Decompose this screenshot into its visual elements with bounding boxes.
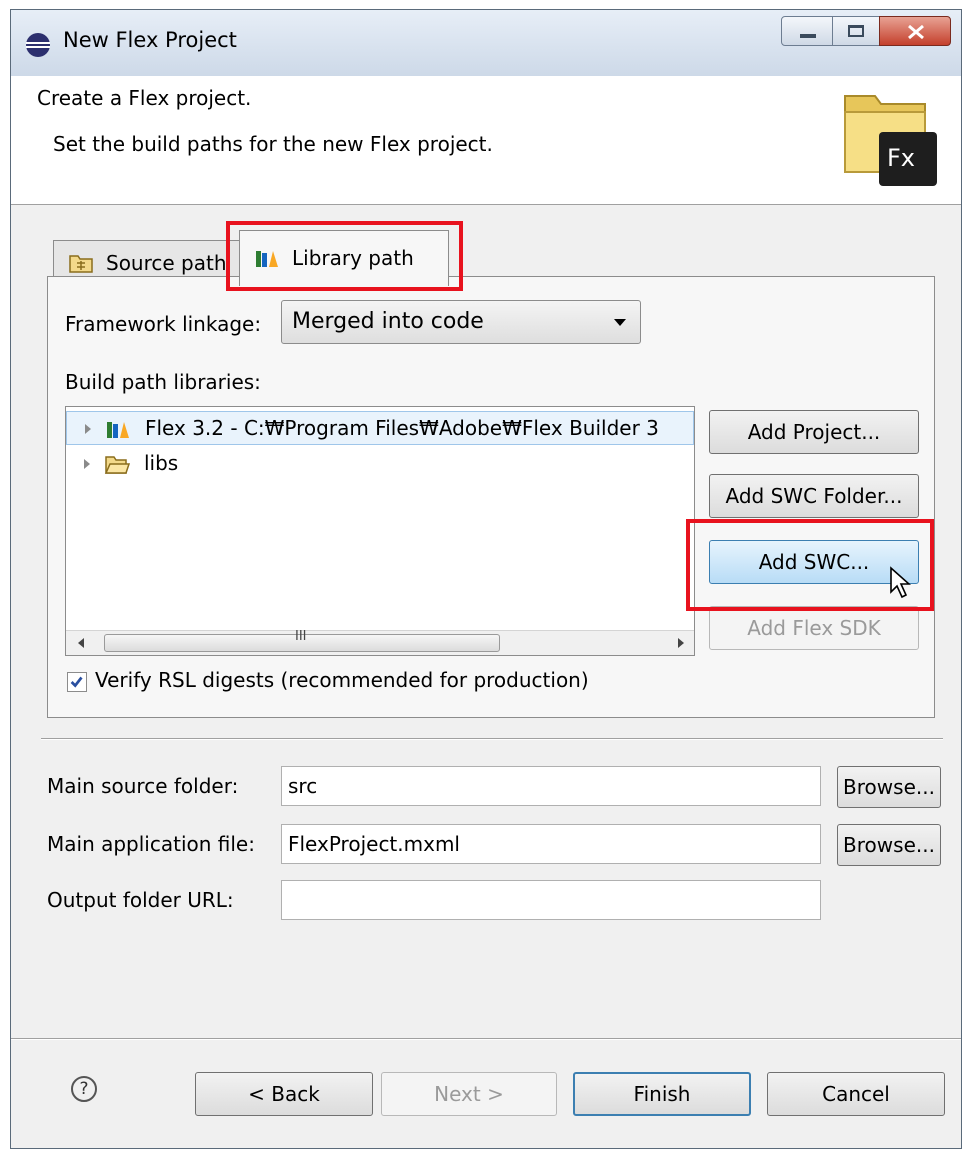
maximize-icon: [848, 25, 864, 37]
cancel-button[interactable]: Cancel: [767, 1072, 945, 1116]
title-bar[interactable]: New Flex Project: [11, 10, 961, 77]
tab-label: Source path: [106, 251, 227, 275]
scrollbar-thumb[interactable]: III: [104, 629, 500, 652]
header-description: Set the build paths for the new Flex pro…: [53, 132, 493, 156]
footer-separator: [11, 1038, 961, 1040]
next-button[interactable]: Next >: [381, 1072, 557, 1116]
scroll-grip: III: [295, 629, 307, 644]
main-source-label: Main source folder:: [47, 774, 239, 798]
tree-item-label: libs: [144, 451, 179, 475]
framework-linkage-value: Merged into code: [292, 309, 484, 334]
library-path-highlight: [226, 221, 463, 291]
new-flex-project-dialog: New Flex Project Create a Flex project. …: [10, 9, 962, 1149]
verify-rsl-label[interactable]: Verify RSL digests (recommended for prod…: [95, 668, 589, 692]
checkmark-icon: [70, 676, 83, 688]
output-folder-input[interactable]: [281, 880, 821, 920]
expand-icon: [84, 459, 90, 469]
main-application-label: Main application file:: [47, 832, 255, 856]
framework-linkage-select[interactable]: Merged into code: [281, 300, 641, 344]
add-project-button[interactable]: Add Project...: [709, 410, 919, 454]
framework-linkage-label: Framework linkage:: [65, 312, 262, 336]
close-icon: [908, 24, 924, 40]
wizard-header: Create a Flex project. Set the build pat…: [11, 76, 961, 205]
main-application-input[interactable]: FlexProject.mxml: [281, 824, 821, 864]
tree-item-label: Flex 3.2 - C:₩Program Files₩Adobe₩Flex B…: [145, 416, 659, 440]
horizontal-scrollbar[interactable]: III: [66, 629, 694, 655]
library-icon: [107, 422, 129, 438]
minimize-button[interactable]: [781, 16, 833, 46]
main-source-input[interactable]: src: [281, 766, 821, 806]
eclipse-icon: [26, 33, 50, 57]
expand-icon: [85, 424, 91, 434]
tree-item-libs[interactable]: libs: [66, 447, 686, 481]
minimize-icon: [800, 34, 816, 38]
add-flex-sdk-button[interactable]: Add Flex SDK: [709, 606, 919, 650]
scroll-left-icon[interactable]: [78, 638, 84, 648]
flex-logo-icon: [844, 95, 937, 186]
header-title: Create a Flex project.: [37, 86, 252, 110]
build-path-tree[interactable]: Flex 3.2 - C:₩Program Files₩Adobe₩Flex B…: [65, 406, 695, 656]
output-folder-label: Output folder URL:: [47, 888, 234, 912]
add-swc-folder-button[interactable]: Add SWC Folder...: [709, 474, 919, 518]
browse-application-button[interactable]: Browse...: [837, 824, 941, 866]
chevron-down-icon: [614, 319, 626, 326]
maximize-button[interactable]: [832, 16, 880, 46]
verify-rsl-checkbox[interactable]: [67, 672, 87, 692]
browse-source-button[interactable]: Browse...: [837, 766, 941, 808]
tree-item-flex-sdk[interactable]: Flex 3.2 - C:₩Program Files₩Adobe₩Flex B…: [66, 411, 694, 445]
source-path-icon: [69, 255, 93, 273]
window-title: New Flex Project: [63, 28, 237, 52]
flex-logo-text: Fx: [887, 144, 916, 172]
mouse-cursor-icon: [890, 566, 911, 599]
folder-icon: [104, 456, 130, 474]
build-path-label: Build path libraries:: [65, 370, 261, 394]
close-button[interactable]: [879, 16, 951, 46]
finish-button[interactable]: Finish: [573, 1072, 751, 1116]
separator: [41, 738, 943, 740]
scroll-right-icon[interactable]: [678, 638, 684, 648]
back-button[interactable]: < Back: [195, 1072, 373, 1116]
help-icon[interactable]: ?: [71, 1076, 97, 1102]
